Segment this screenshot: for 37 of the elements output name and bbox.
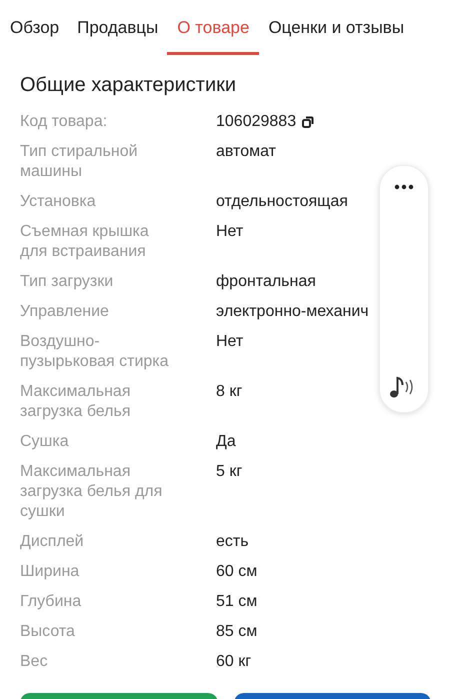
spec-value: 85 см [216, 622, 258, 642]
more-icon[interactable] [394, 184, 414, 190]
tab[interactable]: Обзор [10, 0, 60, 55]
spec-value: Да [216, 432, 236, 452]
spec-value: 5 кг [216, 462, 242, 482]
spec-label: Глубина [20, 592, 82, 612]
spec-value: Нет [216, 332, 244, 352]
copy-icon[interactable] [302, 116, 314, 128]
spec-label: Высота [20, 622, 76, 642]
tab[interactable]: Оценки и отзывы [268, 0, 404, 55]
spec-label: Код товара: [20, 112, 108, 132]
spec-value: 106029883 [216, 112, 296, 132]
spec-value: отдельностоящая [216, 192, 348, 212]
spec-label: Дисплей [20, 532, 85, 552]
spec-value: автомат [216, 142, 276, 162]
spec-label: Управление [20, 302, 110, 322]
spec-label: Максимальная загрузка белья [20, 382, 132, 422]
tab[interactable]: О товаре [167, 0, 260, 55]
spec-value: фронтальная [216, 272, 316, 292]
spec-value: Нет [216, 222, 244, 242]
section-title: Общие характеристики [20, 73, 238, 97]
spec-label: Установка [20, 192, 97, 212]
spec-label: Вес [20, 652, 49, 672]
spec-value: есть [216, 532, 249, 552]
spec-value: 51 см [216, 592, 258, 612]
spec-label: Воздушно-пузырьковая стирка [20, 332, 170, 372]
spec-value: 60 см [216, 562, 258, 582]
spec-label: Ширина [20, 562, 80, 582]
spec-value: электронно-механич [216, 302, 369, 322]
spec-label: Тип стиральной машины [20, 142, 139, 182]
spec-value: 60 кг [216, 652, 252, 672]
tab[interactable]: Продавцы [77, 0, 158, 55]
spec-label: Тип загрузки [20, 272, 114, 292]
spec-label: Съемная крышка для встраивания [20, 222, 150, 262]
spec-label: Сушка [20, 432, 70, 452]
spec-label: Максимальная загрузка белья для сушки [20, 462, 164, 522]
spec-value: 8 кг [216, 382, 242, 402]
